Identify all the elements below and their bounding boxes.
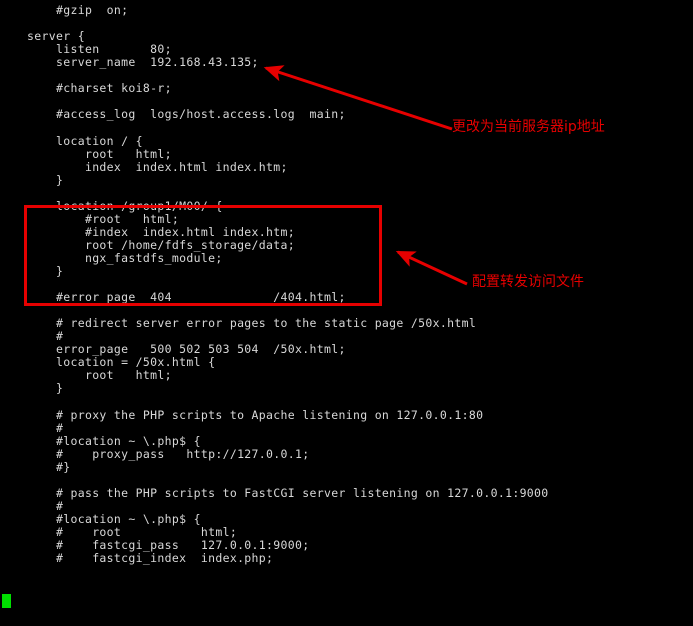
code-line: # bbox=[27, 329, 64, 344]
code-line: server { bbox=[27, 29, 85, 44]
annotation-ip-note: 更改为当前服务器ip地址 bbox=[452, 119, 605, 135]
code-line: #access_log logs/host.access.log main; bbox=[27, 107, 346, 122]
code-line: } bbox=[27, 381, 64, 396]
code-line: #location ~ \.php$ { bbox=[27, 511, 201, 526]
code-line: # redirect server error pages to the sta… bbox=[27, 316, 477, 331]
code-line: # fastcgi_pass 127.0.0.1:9000; bbox=[27, 538, 310, 553]
code-line: #gzip on; bbox=[27, 3, 129, 17]
code-line: location / { bbox=[27, 133, 143, 148]
code-line: location = /50x.html { bbox=[27, 355, 216, 370]
nginx-config-text[interactable]: #gzip on; server { listen 80; server_name… bbox=[0, 0, 693, 626]
annotation-forward-note: 配置转发访问文件 bbox=[472, 274, 584, 290]
code-line: listen 80; bbox=[27, 42, 172, 57]
terminal-cursor bbox=[2, 594, 11, 608]
code-line: # pass the PHP scripts to FastCGI server… bbox=[27, 485, 549, 500]
code-line: # proxy_pass http://127.0.0.1; bbox=[27, 446, 310, 461]
code-line: # fastcgi_index index.php; bbox=[27, 551, 274, 566]
code-line: #charset koi8-r; bbox=[27, 81, 172, 96]
code-line: #location ~ \.php$ { bbox=[27, 433, 201, 448]
code-line: # bbox=[27, 498, 64, 513]
code-line: index index.html index.htm; bbox=[27, 159, 288, 174]
code-line: # bbox=[27, 420, 64, 435]
code-line: # root html; bbox=[27, 525, 238, 539]
code-line: #} bbox=[27, 459, 71, 474]
terminal-screen: #gzip on; server { listen 80; server_name… bbox=[0, 0, 693, 626]
code-line: # proxy the PHP scripts to Apache listen… bbox=[27, 407, 484, 422]
code-line: server_name 192.168.43.135; bbox=[27, 55, 259, 70]
highlight-box-location-group1 bbox=[24, 205, 382, 306]
code-line: root html; bbox=[27, 368, 172, 383]
code-line: } bbox=[27, 172, 64, 187]
code-line: error_page 500 502 503 504 /50x.html; bbox=[27, 342, 346, 357]
code-line: root html; bbox=[27, 146, 172, 161]
